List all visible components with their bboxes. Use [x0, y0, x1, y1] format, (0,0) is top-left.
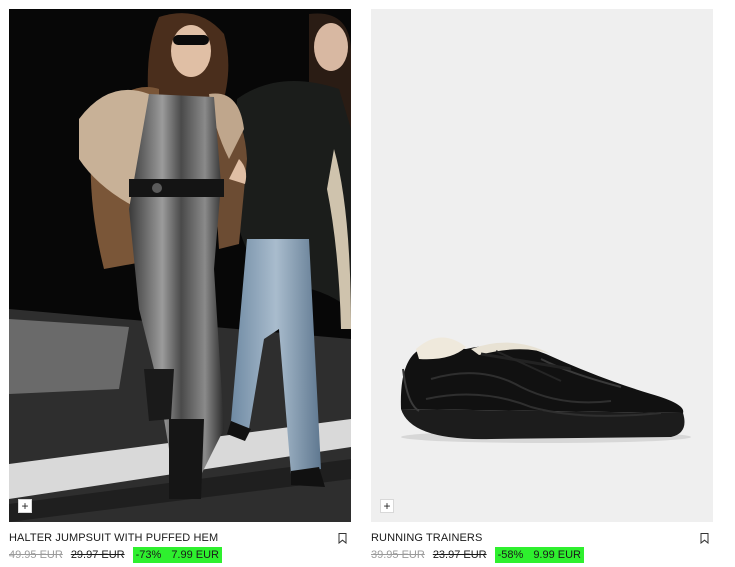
sale-badge: -73% 7.99 EUR — [132, 547, 223, 563]
bookmark-icon[interactable] — [700, 533, 709, 544]
product-image-jumpsuit[interactable]: + — [9, 9, 351, 522]
previous-price: 23.97 EUR — [432, 549, 487, 561]
product-info: RUNNING TRAINERS 39.95 EUR 23.97 EUR -58… — [371, 522, 713, 563]
discount-percent: -73% — [135, 549, 162, 561]
price-row: 39.95 EUR 23.97 EUR -58% 9.99 EUR — [371, 547, 585, 563]
plus-icon[interactable]: + — [18, 499, 32, 513]
plus-icon[interactable]: + — [380, 499, 394, 513]
original-price: 49.95 EUR — [9, 549, 63, 561]
price-row: 49.95 EUR 29.97 EUR -73% 7.99 EUR — [9, 547, 223, 563]
discount-percent: -58% — [497, 549, 524, 561]
product-image-trainers[interactable]: + — [371, 9, 713, 522]
sale-price: 7.99 EUR — [171, 549, 220, 561]
original-price: 39.95 EUR — [371, 549, 425, 561]
product-card-trainers[interactable]: + RUNNING TRAINERS 39.95 EUR 23.97 EUR -… — [371, 9, 713, 563]
product-card-jumpsuit[interactable]: + HALTER JUMPSUIT WITH PUFFED HEM 49.95 … — [9, 9, 351, 563]
product-name[interactable]: HALTER JUMPSUIT WITH PUFFED HEM — [9, 532, 218, 544]
previous-price: 29.97 EUR — [70, 549, 125, 561]
sale-badge: -58% 9.99 EUR — [494, 547, 585, 563]
bookmark-icon[interactable] — [338, 533, 347, 544]
product-info: HALTER JUMPSUIT WITH PUFFED HEM 49.95 EU… — [9, 522, 351, 563]
sneaker-illustration — [400, 337, 691, 443]
sale-price: 9.99 EUR — [533, 549, 582, 561]
product-name[interactable]: RUNNING TRAINERS — [371, 532, 482, 544]
street-photo-illustration — [9, 9, 351, 522]
